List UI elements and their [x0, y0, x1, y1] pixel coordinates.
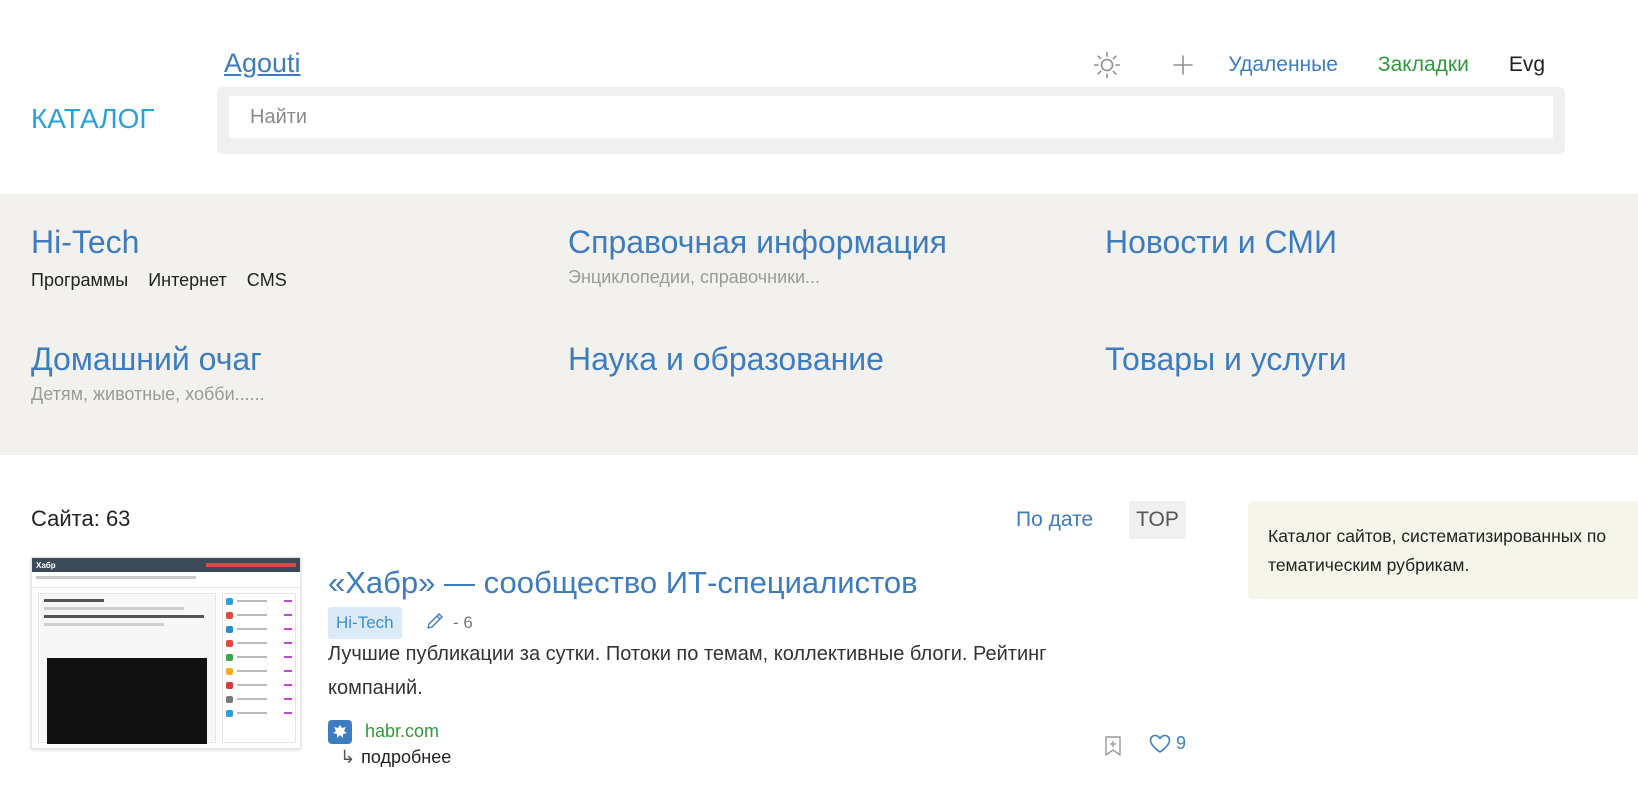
- sublink-internet[interactable]: Интернет: [148, 270, 227, 291]
- category-goods: Товары и услуги: [1105, 341, 1347, 378]
- category-title[interactable]: Справочная информация: [568, 224, 947, 260]
- category-reference: Справочная информация Энциклопедии, спра…: [568, 224, 947, 288]
- category-news: Новости и СМИ: [1105, 224, 1337, 261]
- search-bar: [217, 87, 1565, 154]
- category-hi-tech: Hi-Tech Программы Интернет CMS: [31, 224, 307, 291]
- more-link[interactable]: ↳ подробнее: [340, 747, 451, 768]
- sort-top[interactable]: TOP: [1129, 501, 1186, 539]
- user-menu[interactable]: Evg: [1509, 53, 1545, 77]
- category-title[interactable]: Товары и услуги: [1105, 341, 1347, 377]
- category-title[interactable]: Наука и образование: [568, 341, 884, 377]
- site-domain-link[interactable]: habr.com: [365, 721, 439, 742]
- thumbnail-brand: Хабр: [36, 560, 56, 570]
- thumbnail-topbar: Хабр: [32, 558, 300, 572]
- return-arrow-icon: ↳: [340, 747, 356, 767]
- category-title[interactable]: Hi-Tech: [31, 224, 139, 260]
- category-sublinks: Программы Интернет CMS: [31, 270, 307, 291]
- catalog-link[interactable]: КАТАЛОГ: [31, 103, 155, 135]
- category-science: Наука и образование: [568, 341, 884, 378]
- category-home: Домашний очаг Детям, животные, хобби....…: [31, 341, 265, 405]
- bookmark-add-icon[interactable]: [1104, 735, 1122, 762]
- site-tag[interactable]: Hi-Tech: [328, 607, 402, 639]
- edit-meta: - 6: [425, 611, 473, 635]
- site-title[interactable]: «Хабр» — сообщество ИТ-специалистов: [328, 565, 918, 601]
- bookmarks-link[interactable]: Закладки: [1378, 53, 1469, 77]
- site-thumbnail[interactable]: Хабр: [31, 557, 301, 749]
- category-title[interactable]: Домашний очаг: [31, 341, 262, 377]
- heart-icon: [1149, 734, 1171, 753]
- favicon-icon: [328, 720, 352, 744]
- sublink-programs[interactable]: Программы: [31, 270, 128, 291]
- info-box: Каталог сайтов, систематизированных по т…: [1248, 501, 1638, 599]
- like-button[interactable]: 9: [1149, 733, 1186, 754]
- site-count: Сайта: 63: [31, 506, 131, 531]
- plus-icon[interactable]: [1166, 48, 1200, 82]
- category-subtitle: Детям, животные, хобби......: [31, 384, 265, 404]
- category-title[interactable]: Новости и СМИ: [1105, 224, 1337, 260]
- site-description: Лучшие публикации за сутки. Потоки по те…: [328, 643, 1047, 699]
- edit-count: - 6: [453, 613, 473, 632]
- top-nav: Удаленные Закладки Evg: [1090, 48, 1545, 82]
- thumbnail-article: [38, 593, 216, 744]
- more-label: подробнее: [361, 747, 452, 767]
- sublink-cms[interactable]: CMS: [247, 270, 287, 291]
- like-count: 9: [1176, 733, 1187, 753]
- brand-link[interactable]: Agouti: [224, 48, 301, 79]
- search-input[interactable]: [229, 96, 1553, 138]
- deleted-link[interactable]: Удаленные: [1228, 53, 1338, 77]
- sort-by-date[interactable]: По дате: [1016, 501, 1093, 539]
- categories-panel: Hi-Tech Программы Интернет CMS Справочна…: [0, 194, 1638, 455]
- pencil-icon[interactable]: [425, 611, 453, 636]
- thumbnail-sidebar: [222, 593, 296, 743]
- sun-icon[interactable]: [1090, 48, 1124, 82]
- category-subtitle: Энциклопедии, справочники...: [568, 267, 821, 287]
